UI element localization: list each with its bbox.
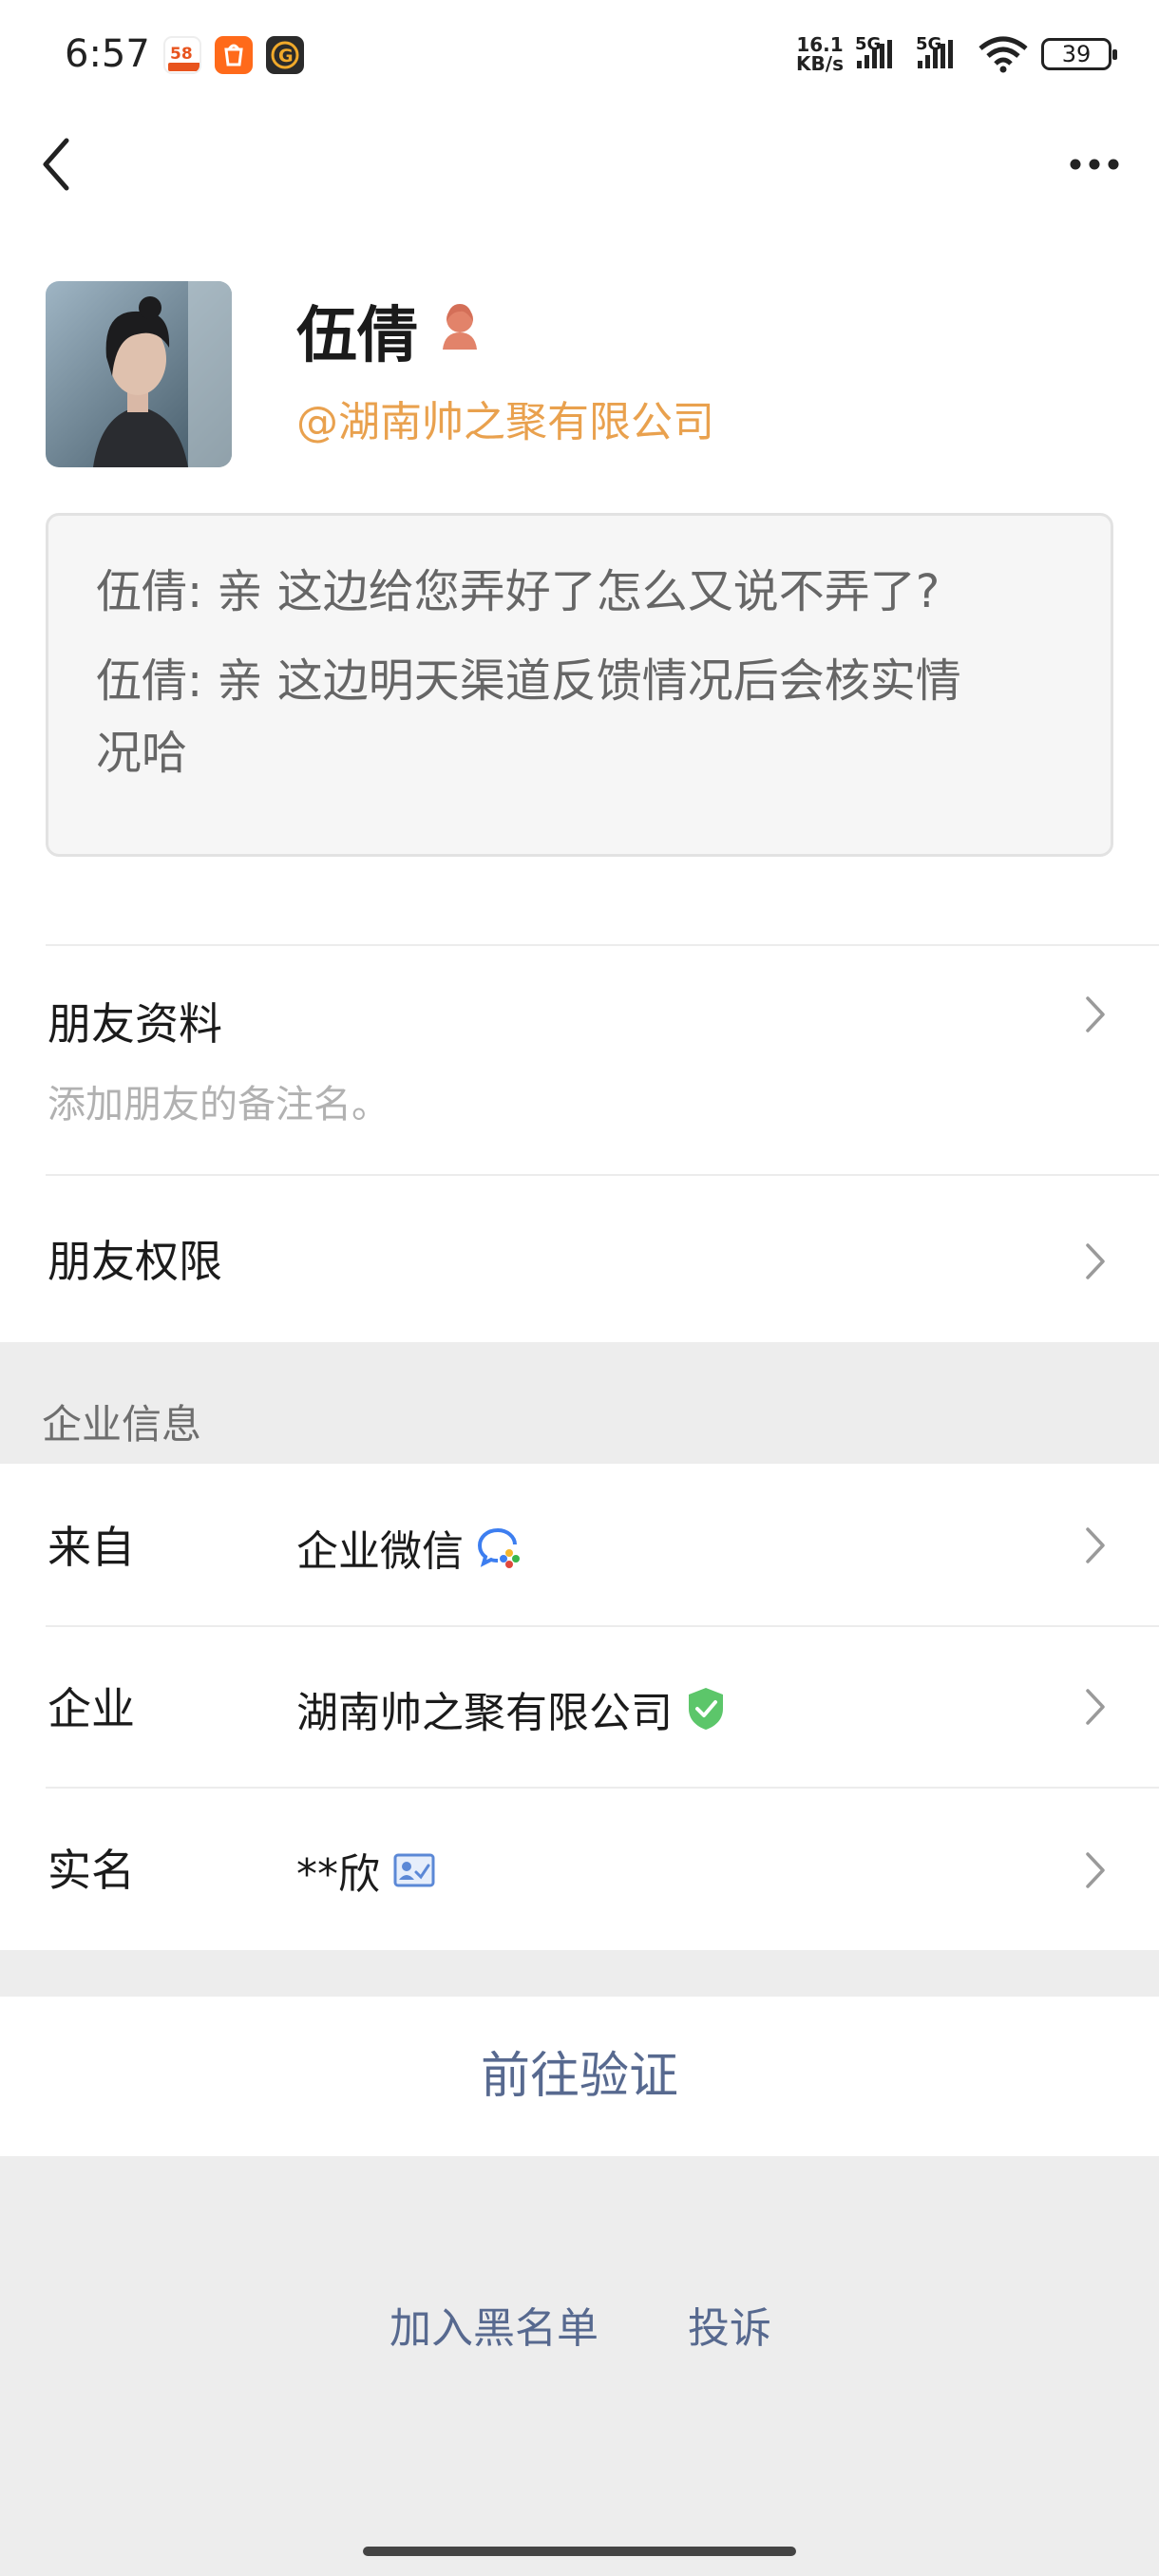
chevron-right-icon: [1085, 1242, 1106, 1280]
verify-bar: 前往验证: [0, 1997, 1159, 2156]
from-label: 来自: [48, 1522, 135, 1573]
profile-name: 伍倩: [296, 301, 418, 371]
complain-link[interactable]: 投诉: [688, 2294, 771, 2355]
message-text: 伍倩: 亲 这边给您弄好了怎么又说不弄了?: [96, 565, 940, 618]
sim1-label: 5G: [855, 34, 882, 54]
status-time: 6:57: [65, 32, 150, 76]
signal-sim1-icon: 5G: [855, 34, 904, 68]
back-button[interactable]: [34, 131, 82, 198]
real-name-value-text: **欣: [296, 1850, 380, 1899]
message-item: 伍倩: 亲 这边明天渠道反馈情况后会核实情 况哈: [96, 645, 1067, 789]
home-indicator[interactable]: [363, 2547, 796, 2556]
female-icon: [437, 300, 483, 353]
message-item: 伍倩: 亲 这边给您弄好了怎么又说不弄了?: [96, 556, 1067, 628]
chevron-right-icon: [1085, 1688, 1106, 1726]
friend-permissions-title: 朋友权限: [48, 1236, 222, 1287]
recent-messages: 伍倩: 亲 这边给您弄好了怎么又说不弄了? 伍倩: 亲 这边明天渠道反馈情况后会…: [46, 513, 1113, 857]
g-app-icon: G: [266, 36, 304, 74]
chevron-left-icon: [43, 138, 69, 191]
from-value-text: 企业微信: [296, 1527, 464, 1576]
section-label: 企业信息: [42, 1401, 202, 1448]
enterprise-value: 湖南帅之聚有限公司: [296, 1678, 726, 1739]
58-app-icon: 58: [163, 36, 201, 74]
svg-text:58: 58: [170, 45, 193, 64]
avatar[interactable]: [46, 281, 232, 467]
chevron-right-icon: [1085, 995, 1106, 1033]
friend-permissions-row[interactable]: 朋友权限: [0, 1176, 1159, 1342]
speed-unit: KB/s: [796, 52, 844, 75]
friend-profile-row[interactable]: 朋友资料 添加朋友的备注名。: [0, 946, 1159, 1172]
chevron-right-icon: [1085, 1851, 1106, 1889]
message-text: 伍倩: 亲 这边明天渠道反馈情况后会核实情: [96, 654, 961, 708]
message-text-cont: 况哈: [96, 727, 188, 780]
signal-sim2-icon: 5G: [916, 34, 965, 68]
taobao-app-icon: [215, 36, 253, 74]
friend-profile-title: 朋友资料: [48, 998, 222, 1050]
from-value: 企业微信: [296, 1517, 522, 1578]
verified-shield-icon: [689, 1688, 723, 1730]
real-name-row[interactable]: 实名 **欣: [0, 1789, 1159, 1950]
speed-value: 16.1: [796, 33, 844, 56]
svg-text:G: G: [278, 46, 294, 66]
from-row[interactable]: 来自 企业微信: [0, 1464, 1159, 1625]
enterprise-label: 企业: [48, 1683, 135, 1734]
sim2-label: 5G: [916, 34, 942, 54]
friend-profile-subtitle: 添加朋友的备注名。: [48, 1083, 390, 1127]
enterprise-value-text: 湖南帅之聚有限公司: [296, 1689, 673, 1737]
id-card-icon: [393, 1853, 435, 1887]
network-speed: 16.1 KB/s: [796, 35, 844, 73]
wecom-icon: [477, 1528, 520, 1568]
enterprise-info-card: 来自 企业微信 企业 湖南帅之聚有限公司 实名 **欣: [0, 1464, 1159, 1950]
chevron-right-icon: [1085, 1526, 1106, 1564]
add-to-blacklist-link[interactable]: 加入黑名单: [390, 2294, 598, 2355]
status-indicators: 16.1 KB/s 5G 5G 39: [796, 30, 1117, 78]
enterprise-row[interactable]: 企业 湖南帅之聚有限公司: [0, 1627, 1159, 1787]
more-button[interactable]: [1066, 142, 1123, 186]
more-dots-icon: [1070, 159, 1119, 170]
real-name-label: 实名: [48, 1845, 135, 1896]
avatar-photo: [46, 281, 232, 467]
verify-button[interactable]: 前往验证: [0, 1997, 1159, 2156]
company-link[interactable]: @湖南帅之聚有限公司: [296, 388, 714, 448]
real-name-value: **欣: [296, 1840, 435, 1901]
battery-icon: 39: [1041, 38, 1117, 70]
wifi-icon: [978, 36, 1028, 73]
